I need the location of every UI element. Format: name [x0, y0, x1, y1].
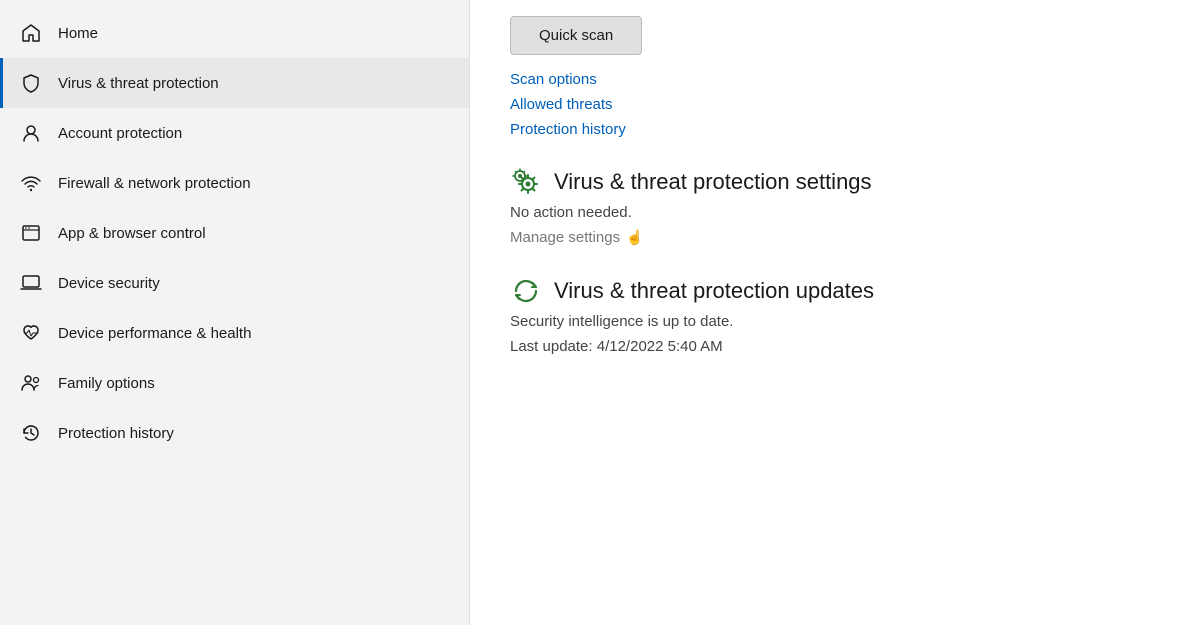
- updates-refresh-icon: [510, 275, 542, 307]
- updates-section-status: Security intelligence is up to date.: [510, 313, 1144, 330]
- main-content: Quick scan Scan options Allowed threats …: [470, 0, 1184, 625]
- sidebar-item-app-browser-label: App & browser control: [58, 225, 206, 242]
- settings-section-title: Virus & threat protection settings: [554, 169, 872, 195]
- scan-options-link[interactable]: Scan options: [510, 71, 1144, 88]
- wifi-icon: [20, 172, 42, 194]
- sidebar-item-device-performance[interactable]: Device performance & health: [0, 308, 469, 358]
- people-icon: [20, 372, 42, 394]
- heart-icon: [20, 322, 42, 344]
- updates-last-update: Last update: 4/12/2022 5:40 AM: [510, 338, 1144, 355]
- sidebar-item-device-perf-label: Device performance & health: [58, 325, 251, 342]
- allowed-threats-link[interactable]: Allowed threats: [510, 96, 1144, 113]
- sidebar-item-family[interactable]: Family options: [0, 358, 469, 408]
- browser-icon: [20, 222, 42, 244]
- sidebar-item-app-browser[interactable]: App & browser control: [0, 208, 469, 258]
- laptop-icon: [20, 272, 42, 294]
- sidebar-item-virus-threat[interactable]: Virus & threat protection: [0, 58, 469, 108]
- person-icon: [20, 122, 42, 144]
- sidebar-item-firewall-label: Firewall & network protection: [58, 175, 251, 192]
- settings-section-status: No action needed.: [510, 204, 1144, 221]
- sidebar-item-family-label: Family options: [58, 375, 155, 392]
- updates-section: Virus & threat protection updates Securi…: [510, 275, 1144, 355]
- sidebar-item-protection-history[interactable]: Protection history: [0, 408, 469, 458]
- sidebar-item-account-label: Account protection: [58, 125, 182, 142]
- sidebar-item-home-label: Home: [58, 25, 98, 42]
- updates-section-title: Virus & threat protection updates: [554, 278, 874, 304]
- quick-scan-button[interactable]: Quick scan: [510, 16, 642, 55]
- sidebar-item-account[interactable]: Account protection: [0, 108, 469, 158]
- history-icon: [20, 422, 42, 444]
- sidebar-item-prot-history-label: Protection history: [58, 425, 174, 442]
- settings-section-header: Virus & threat protection settings: [510, 166, 1144, 198]
- sidebar: Home Virus & threat protection Account p…: [0, 0, 470, 625]
- protection-history-link[interactable]: Protection history: [510, 121, 1144, 138]
- home-icon: [20, 22, 42, 44]
- sidebar-item-device-security-label: Device security: [58, 275, 160, 292]
- manage-settings-link[interactable]: Manage settings: [510, 229, 644, 246]
- sidebar-item-home[interactable]: Home: [0, 8, 469, 58]
- sidebar-item-device-security[interactable]: Device security: [0, 258, 469, 308]
- sidebar-item-virus-label: Virus & threat protection: [58, 75, 219, 92]
- sidebar-item-firewall[interactable]: Firewall & network protection: [0, 158, 469, 208]
- shield-icon: [20, 72, 42, 94]
- settings-gear-icon: [510, 166, 542, 198]
- updates-section-header: Virus & threat protection updates: [510, 275, 1144, 307]
- settings-section: Virus & threat protection settings No ac…: [510, 166, 1144, 247]
